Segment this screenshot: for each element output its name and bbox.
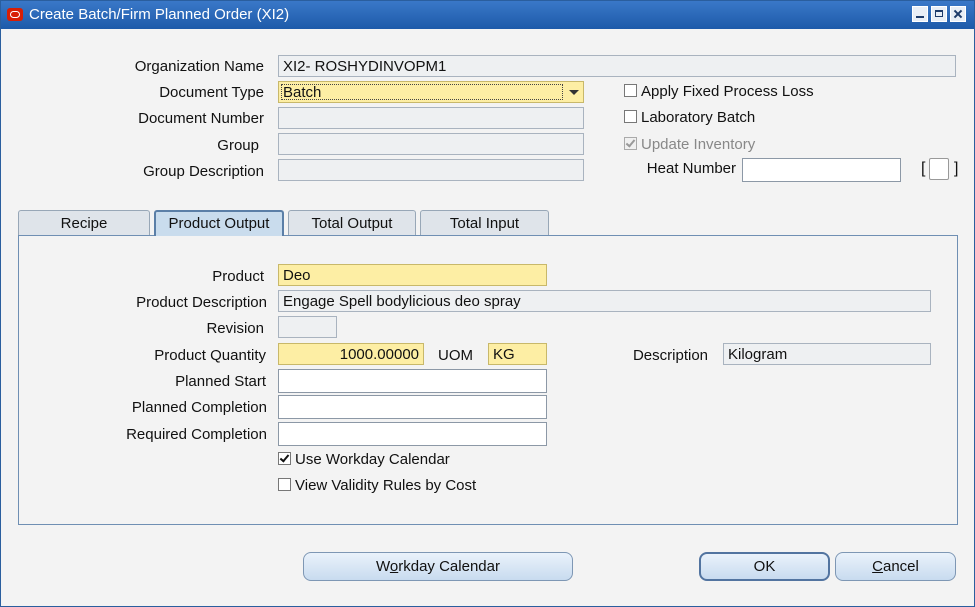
maximize-icon[interactable] [931, 6, 947, 22]
use-workday-calendar-label: Use Workday Calendar [295, 451, 450, 468]
cancel-button[interactable]: Cancel [835, 552, 956, 581]
update-inventory-label: Update Inventory [641, 136, 756, 153]
laboratory-batch-label: Laboratory Batch [641, 109, 756, 126]
descriptive-flexfield-button[interactable] [929, 158, 949, 180]
use-workday-calendar-checkbox[interactable]: Use Workday Calendar [278, 451, 450, 468]
planned-completion-label: Planned Completion [131, 399, 267, 416]
document-type-label: Document Type [159, 84, 264, 101]
title-bar[interactable]: Create Batch/Firm Planned Order (XI2) [1, 1, 974, 29]
button-mnemonic: o [389, 558, 399, 575]
button-label-part: W [376, 558, 390, 575]
checkbox-box[interactable] [624, 137, 637, 150]
oracle-logo-icon [7, 8, 23, 21]
revision-label: Revision [206, 320, 264, 337]
revision-field[interactable] [278, 316, 337, 338]
chevron-down-icon[interactable] [569, 90, 579, 95]
close-icon[interactable] [950, 6, 966, 22]
ok-button[interactable]: OK [699, 552, 830, 581]
minimize-icon[interactable] [912, 6, 928, 22]
uom-description-field[interactable]: Kilogram [723, 343, 931, 365]
document-number-label: Document Number [138, 110, 264, 127]
ok-button-label: OK [753, 558, 776, 575]
group-label: Group [217, 137, 259, 154]
uom-description-label: Description [632, 347, 708, 364]
group-description-label: Group Description [143, 163, 264, 180]
group-description-field[interactable] [278, 159, 584, 181]
checkbox-box[interactable] [278, 478, 291, 491]
tab-recipe[interactable]: Recipe [18, 210, 150, 236]
product-description-label: Product Description [136, 294, 267, 311]
create-batch-window: Create Batch/Firm Planned Order (XI2) Or… [0, 0, 975, 607]
view-validity-rules-checkbox[interactable]: View Validity Rules by Cost [278, 477, 476, 494]
planned-start-label: Planned Start [175, 373, 266, 390]
product-quantity-field[interactable]: 1000.00000 [278, 343, 424, 365]
planned-completion-field[interactable] [278, 395, 547, 419]
tab-total-input[interactable]: Total Input [420, 210, 549, 236]
button-label-part: ancel [882, 558, 919, 575]
product-quantity-label: Product Quantity [154, 347, 266, 364]
workday-calendar-button[interactable]: Workday Calendar [303, 552, 573, 581]
update-inventory-checkbox[interactable]: Update Inventory [624, 136, 755, 153]
window-title: Create Batch/Firm Planned Order (XI2) [29, 6, 290, 23]
uom-label: UOM [438, 347, 473, 364]
tab-total-output[interactable]: Total Output [288, 210, 416, 236]
tab-product-output[interactable]: Product Output [154, 210, 284, 236]
planned-start-field[interactable] [278, 369, 547, 393]
required-completion-field[interactable] [278, 422, 547, 446]
checkbox-box[interactable] [624, 110, 637, 123]
heat-number-label: Heat Number [646, 160, 736, 177]
checkbox-box[interactable] [624, 84, 637, 97]
checkbox-box[interactable] [278, 452, 291, 465]
organization-name-field[interactable]: XI2- ROSHYDINVOPM1 [278, 55, 956, 77]
document-type-value: Batch [283, 84, 322, 101]
product-description-field[interactable]: Engage Spell bodylicious deo spray [278, 290, 931, 312]
product-field[interactable]: Deo [278, 264, 547, 286]
flex-field-bracket-close: ] [954, 160, 959, 177]
document-number-field[interactable] [278, 107, 584, 129]
required-completion-label: Required Completion [126, 426, 267, 443]
uom-field[interactable]: KG [488, 343, 547, 365]
document-type-select[interactable]: Batch [278, 81, 584, 103]
flex-field-bracket-open: [ [921, 160, 926, 177]
apply-fixed-process-loss-checkbox[interactable]: Apply Fixed Process Loss [624, 83, 814, 100]
heat-number-field[interactable] [742, 158, 901, 182]
organization-name-label: Organization Name [134, 58, 264, 75]
button-mnemonic: C [872, 558, 883, 575]
group-field[interactable] [278, 133, 584, 155]
button-label-part: rkday Calendar [398, 558, 500, 575]
view-validity-rules-label: View Validity Rules by Cost [295, 477, 477, 494]
apply-fixed-process-loss-label: Apply Fixed Process Loss [641, 83, 814, 100]
laboratory-batch-checkbox[interactable]: Laboratory Batch [624, 109, 755, 126]
product-label: Product [212, 268, 264, 285]
